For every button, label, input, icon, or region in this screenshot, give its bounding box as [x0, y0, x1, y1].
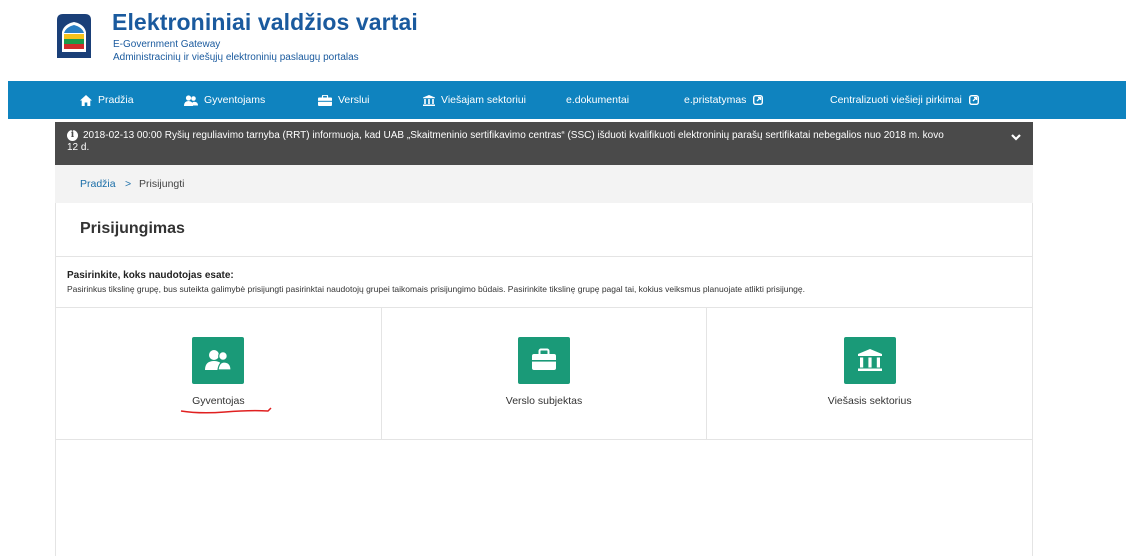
instruction-text: Pasirinkus tikslinę grupę, bus suteikta …: [67, 284, 805, 294]
option-viesasis-sektorius[interactable]: Viešasis sektorius: [707, 308, 1032, 439]
nav-label: e.pristatymas: [684, 94, 747, 106]
institution-icon: [423, 94, 435, 106]
verslo-subjektas-button[interactable]: [518, 337, 570, 384]
nav-label: Centralizuoti viešieji pirkimai: [830, 94, 962, 106]
home-icon: [80, 94, 92, 106]
option-label[interactable]: Verslo subjektas: [382, 395, 707, 407]
user-type-options: Gyventojas Verslo subjektas Viešasis sek…: [56, 307, 1032, 440]
breadcrumb-current: Prisijungti: [139, 178, 185, 190]
instruction-heading: Pasirinkite, koks naudotojas esate:: [67, 270, 234, 281]
briefcase-icon: [318, 94, 332, 106]
announcement-banner: i 2018-02-13 00:00 Ryšių reguliavimo tar…: [55, 122, 1033, 165]
page-title: Prisijungimas: [80, 220, 185, 237]
nav-item-viesajam-sektoriui[interactable]: Viešajam sektoriui: [423, 81, 526, 119]
breadcrumb-separator: >: [125, 178, 132, 190]
site-subtitle: E-Government Gateway: [113, 39, 221, 50]
option-gyventojas[interactable]: Gyventojas: [56, 308, 382, 439]
nav-item-epristatymas[interactable]: e.pristatymas: [684, 81, 764, 119]
site-logo[interactable]: [53, 12, 95, 60]
title-row: Prisijungimas: [56, 203, 1032, 257]
nav-label: Gyventojams: [204, 94, 266, 106]
site-tagline: Administracinių ir viešųjų elektroninių …: [113, 52, 359, 63]
main-nav: Pradžia Gyventojams Verslui Viešajam sek…: [8, 81, 1126, 119]
breadcrumb-home-link[interactable]: Pradžia: [80, 165, 116, 203]
nav-item-edokumentai[interactable]: e.dokumentai: [566, 81, 629, 119]
instructions: Pasirinkite, koks naudotojas esate: Pasi…: [67, 270, 805, 294]
users-icon: [184, 95, 198, 106]
nav-label: e.dokumentai: [566, 94, 630, 106]
institution-icon: [857, 349, 882, 371]
nav-label: Verslui: [338, 94, 370, 106]
breadcrumb: Pradžia > Prisijungti: [55, 165, 1033, 203]
login-panel: Prisijungimas Pasirinkite, koks naudotoj…: [55, 203, 1033, 556]
site-title[interactable]: Elektroniniai valdžios vartai: [112, 9, 418, 36]
nav-label: Pradžia: [98, 94, 134, 106]
nav-item-pradzia[interactable]: Pradžia: [80, 81, 134, 119]
option-verslo-subjektas[interactable]: Verslo subjektas: [382, 308, 708, 439]
chevron-down-icon[interactable]: [1009, 130, 1023, 144]
nav-item-verslui[interactable]: Verslui: [318, 81, 370, 119]
announcement-text: 2018-02-13 00:00 Ryšių reguliavimo tarny…: [67, 130, 944, 153]
external-link-icon: [753, 95, 764, 106]
nav-item-centralizuoti-pirkimai[interactable]: Centralizuoti viešieji pirkimai: [830, 81, 979, 119]
nav-item-gyventojams[interactable]: Gyventojams: [184, 81, 265, 119]
viesasis-sektorius-button[interactable]: [843, 337, 896, 384]
site-header: Elektroniniai valdžios vartai E-Governme…: [0, 0, 1126, 80]
briefcase-icon: [532, 348, 556, 370]
users-icon: [205, 350, 232, 371]
red-underline-annotation: [180, 407, 272, 414]
nav-label: Viešajam sektoriui: [441, 94, 527, 106]
option-label[interactable]: Viešasis sektorius: [707, 395, 1032, 407]
gyventojas-button[interactable]: [192, 337, 245, 384]
external-link-icon: [968, 95, 979, 106]
